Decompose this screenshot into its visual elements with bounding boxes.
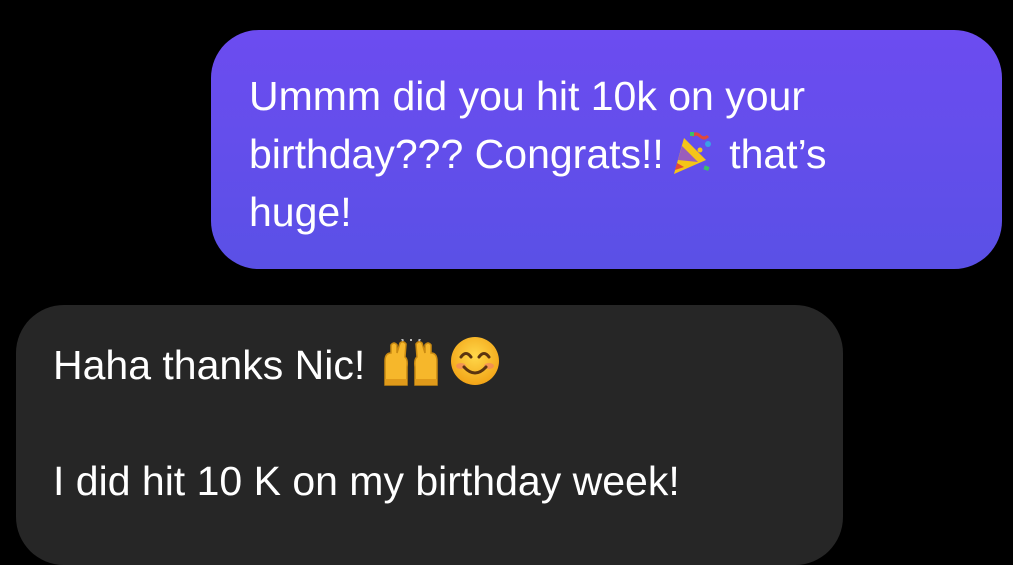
sent-message-line-1: Ummm did you hit 10k on your xyxy=(249,73,806,119)
received-message-line-1: Haha thanks Nic! xyxy=(53,335,809,394)
received-message-line-1-text: Haha thanks Nic! xyxy=(53,342,366,388)
sent-message-line-2-end: that’s xyxy=(729,131,827,177)
received-message-bubble[interactable]: Haha thanks Nic! I did hit 10 K on my bi… xyxy=(16,305,843,565)
sent-message-line-2-text: birthday??? Congrats!! xyxy=(249,131,664,177)
sent-message-line-3: huge! xyxy=(249,189,352,235)
message-thread: Ummm did you hit 10k on your birthday???… xyxy=(0,0,1013,565)
raising-hands-icon xyxy=(381,339,441,387)
party-popper-icon xyxy=(668,130,714,176)
smiling-face-icon xyxy=(449,335,501,387)
sent-message-line-2: birthday??? Congrats!! that’s xyxy=(249,125,970,183)
received-message-line-2: I did hit 10 K on my birthday week! xyxy=(53,458,680,504)
sent-message-bubble[interactable]: Ummm did you hit 10k on your birthday???… xyxy=(211,30,1002,269)
